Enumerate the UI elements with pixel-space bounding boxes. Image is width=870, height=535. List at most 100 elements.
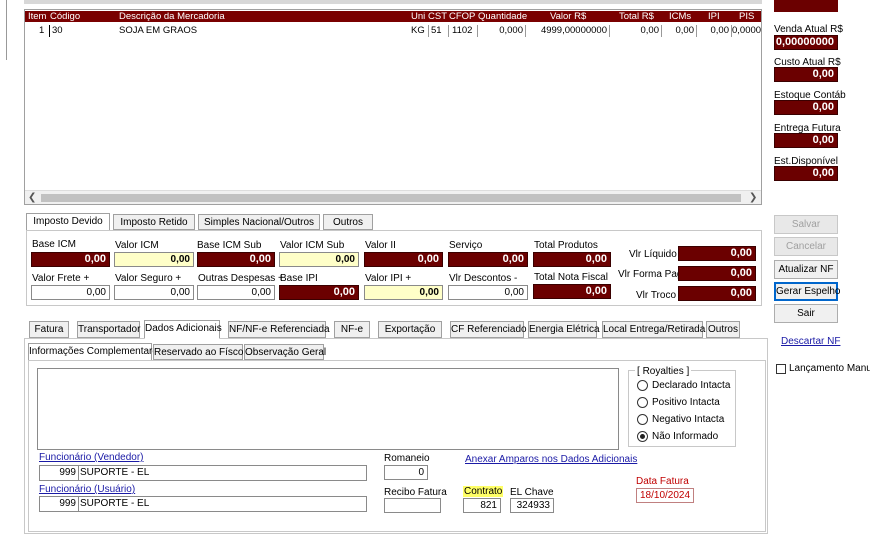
tab-dados-adicionais[interactable]: Dados Adicionais bbox=[144, 320, 222, 339]
base-ipi-label: Base IPI bbox=[280, 273, 318, 284]
func-usuario-name: SUPORTE - EL bbox=[80, 498, 150, 509]
tab-imposto-retido[interactable]: Imposto Retido bbox=[113, 214, 195, 230]
side-top-box bbox=[774, 0, 838, 12]
cell-item: 1 bbox=[39, 25, 45, 36]
grid-header: Item Código Descrição da Mercadoria Uni … bbox=[25, 11, 761, 22]
venda-label: Venda Atual R$ bbox=[774, 24, 843, 35]
tab-outros[interactable]: Outros bbox=[706, 321, 740, 338]
func-vendedor-code: 999 bbox=[59, 467, 76, 478]
valor-seguro-label: Valor Seguro + bbox=[115, 273, 182, 284]
base-ipi-value: 0,00 bbox=[279, 285, 359, 300]
tab-fatura[interactable]: Fatura bbox=[29, 321, 69, 338]
valor-ipi-input[interactable]: 0,00 bbox=[364, 285, 443, 300]
cell-descricao: SOJA EM GRAOS bbox=[119, 25, 198, 36]
tab-local-entrega[interactable]: Local Entrega/Retirada bbox=[602, 321, 705, 338]
salvar-button[interactable]: Salvar bbox=[774, 215, 838, 234]
valor-seguro-input[interactable]: 0,00 bbox=[114, 285, 194, 300]
cell-uni: KG bbox=[411, 25, 425, 36]
tab-exportacao[interactable]: Exportação bbox=[378, 321, 442, 338]
valor-icm-label: Valor ICM bbox=[115, 240, 159, 251]
valor-icm-input[interactable]: 0,00 bbox=[114, 252, 194, 267]
col-quantidade: Quantidade bbox=[478, 11, 528, 22]
base-icm-sub-label: Base ICM Sub bbox=[197, 240, 262, 251]
gerar-espelho-button[interactable]: Gerar Espelho bbox=[774, 282, 840, 301]
recibo-fatura-label: Recibo Fatura bbox=[384, 487, 447, 498]
sair-button[interactable]: Sair bbox=[774, 304, 838, 323]
royalties-title: [ Royalties ] bbox=[635, 366, 692, 377]
func-vendedor-link[interactable]: Funcionário (Vendedor) bbox=[39, 452, 144, 463]
horizontal-scrollbar[interactable]: ❮ ❯ bbox=[25, 190, 761, 204]
func-usuario-link[interactable]: Funcionário (Usuário) bbox=[39, 484, 135, 495]
tab-energia-eletrica[interactable]: Energia Elétrica bbox=[528, 321, 600, 338]
cell-total: 0,00 bbox=[609, 25, 659, 37]
anexar-amparos-link[interactable]: Anexar Amparos nos Dados Adicionais bbox=[465, 454, 637, 465]
radio-negativo-intacta[interactable]: Negativo Intacta bbox=[637, 414, 724, 425]
tab-reservado-fisco[interactable]: Reservado ao Físco bbox=[153, 344, 244, 360]
custo-value: 0,00 bbox=[774, 67, 838, 82]
tab-imposto-devido[interactable]: Imposto Devido bbox=[26, 213, 110, 231]
venda-value: 0,00000000 bbox=[774, 35, 838, 50]
tab-nf-referenciada[interactable]: NF/NF-e Referenciada bbox=[228, 321, 330, 338]
func-vendedor-field[interactable]: 999 SUPORTE - EL bbox=[39, 465, 367, 481]
vlr-troco-label: Vlr Troco bbox=[636, 290, 677, 301]
tab-nfe[interactable]: NF-e bbox=[334, 321, 370, 338]
lancamento-manual-label: Lançamento Manual bbox=[789, 363, 870, 374]
vlr-troco-value: 0,00 bbox=[678, 286, 756, 301]
vlr-descontos-label: Vlr Descontos - bbox=[449, 273, 518, 284]
tab-informacoes-complementares[interactable]: Informações Complementares bbox=[28, 343, 163, 361]
col-icms: ICMs bbox=[669, 11, 692, 22]
cell-codigo: 30 bbox=[49, 25, 63, 37]
scroll-right-icon[interactable]: ❯ bbox=[749, 192, 757, 203]
col-valor: Valor R$ bbox=[550, 11, 587, 22]
cell-cst: 51 bbox=[428, 25, 442, 37]
radio-dot-selected bbox=[637, 431, 648, 442]
func-vendedor-divider bbox=[78, 466, 79, 480]
table-row[interactable]: 1 30 SOJA EM GRAOS KG 51 1102 0,000 4999… bbox=[25, 25, 761, 37]
valor-icm-sub-input[interactable]: 0,00 bbox=[279, 252, 359, 267]
lancamento-manual-checkbox[interactable] bbox=[776, 364, 786, 374]
scroll-left-icon[interactable]: ❮ bbox=[28, 192, 36, 203]
data-fatura-input[interactable]: 18/10/2024 bbox=[636, 488, 694, 503]
informacoes-textarea[interactable] bbox=[37, 368, 619, 450]
cell-valor: 4999,00000000 bbox=[525, 25, 607, 37]
cancelar-button[interactable]: Cancelar bbox=[774, 237, 838, 256]
tab-simples-nacional[interactable]: Simples Nacional/Outros bbox=[198, 214, 320, 230]
col-codigo: Código bbox=[50, 11, 81, 22]
valor-frete-input[interactable]: 0,00 bbox=[31, 285, 110, 300]
base-icm-sub-value: 0,00 bbox=[197, 252, 275, 267]
servico-value: 0,00 bbox=[448, 252, 528, 267]
func-usuario-field[interactable]: 999 SUPORTE - EL bbox=[39, 496, 367, 512]
col-descricao: Descrição da Mercadoria bbox=[119, 11, 225, 22]
radio-dot bbox=[637, 397, 648, 408]
romaneio-input[interactable]: 0 bbox=[384, 465, 428, 480]
cell-icms: 0,00 bbox=[661, 25, 694, 37]
el-chave-label: EL Chave bbox=[510, 487, 554, 498]
total-produtos-value: 0,00 bbox=[533, 252, 611, 267]
contrato-label: Contrato bbox=[463, 486, 504, 497]
estoque-value: 0,00 bbox=[774, 100, 838, 115]
radio-declarado-intacta[interactable]: Declarado Intacta bbox=[637, 380, 730, 391]
outras-despesas-input[interactable]: 0,00 bbox=[197, 285, 275, 300]
el-chave-input[interactable]: 324933 bbox=[510, 498, 554, 513]
atualizar-nf-button[interactable]: Atualizar NF bbox=[774, 260, 838, 279]
tab-transportador[interactable]: Transportador bbox=[77, 321, 140, 338]
tab-cf-referenciado[interactable]: CF Referenciado bbox=[450, 321, 527, 338]
items-grid[interactable]: Item Código Descrição da Mercadoria Uni … bbox=[24, 9, 762, 205]
radio-positivo-intacta[interactable]: Positivo Intacta bbox=[637, 397, 720, 408]
descartar-nf-link[interactable]: Descartar NF bbox=[781, 336, 840, 347]
vlr-forma-pag-label: Vlr Forma Pag bbox=[618, 269, 683, 280]
radio-dot bbox=[637, 414, 648, 425]
scroll-thumb[interactable] bbox=[41, 194, 741, 202]
cell-pis: 0,0000 bbox=[731, 25, 762, 37]
tab-observacao-geral[interactable]: Observação Geral bbox=[244, 344, 326, 360]
radio-nao-informado[interactable]: Não Informado bbox=[637, 431, 718, 442]
total-nf-value: 0,00 bbox=[533, 284, 611, 299]
valor-ii-value: 0,00 bbox=[364, 252, 443, 267]
tab-outros-imposto[interactable]: Outros bbox=[323, 214, 373, 230]
cell-cfop: 1102 bbox=[448, 25, 472, 37]
contrato-input[interactable]: 821 bbox=[463, 498, 501, 513]
func-usuario-divider bbox=[78, 497, 79, 511]
col-cst: CST bbox=[428, 11, 447, 22]
vlr-descontos-input[interactable]: 0,00 bbox=[448, 285, 528, 300]
recibo-fatura-input[interactable] bbox=[384, 498, 441, 513]
